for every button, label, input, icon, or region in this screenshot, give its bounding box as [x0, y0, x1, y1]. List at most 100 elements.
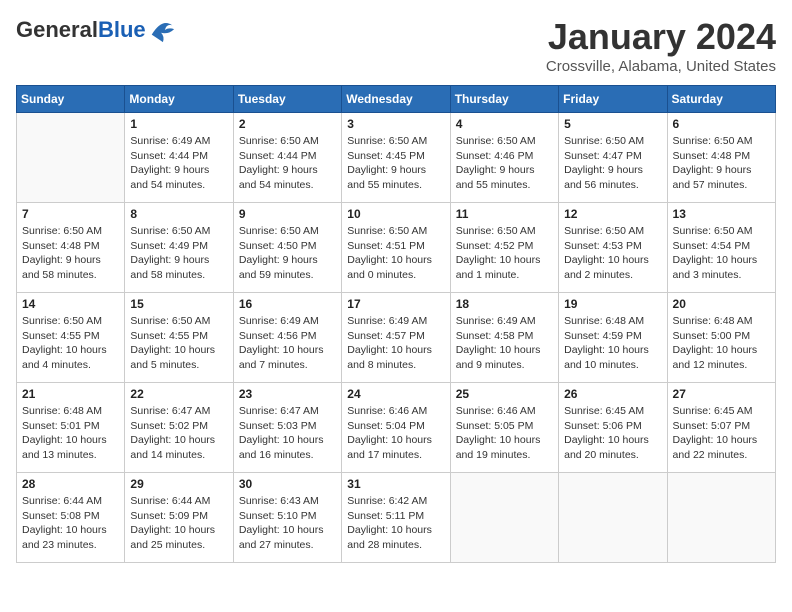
calendar-cell: 12 Sunrise: 6:50 AM Sunset: 4:53 PM Dayli…	[559, 203, 667, 293]
day-number: 26	[564, 387, 661, 401]
calendar-cell: 23 Sunrise: 6:47 AM Sunset: 5:03 PM Dayli…	[233, 383, 341, 473]
calendar-cell	[17, 113, 125, 203]
weekday-header-wednesday: Wednesday	[342, 86, 450, 113]
day-number: 29	[130, 477, 227, 491]
day-info: Sunrise: 6:43 AM Sunset: 5:10 PM Dayligh…	[239, 494, 336, 553]
weekday-header-tuesday: Tuesday	[233, 86, 341, 113]
weekday-header-friday: Friday	[559, 86, 667, 113]
day-info: Sunrise: 6:46 AM Sunset: 5:04 PM Dayligh…	[347, 404, 444, 463]
day-number: 24	[347, 387, 444, 401]
calendar-cell: 25 Sunrise: 6:46 AM Sunset: 5:05 PM Dayli…	[450, 383, 558, 473]
day-info: Sunrise: 6:48 AM Sunset: 5:00 PM Dayligh…	[673, 314, 770, 373]
day-info: Sunrise: 6:49 AM Sunset: 4:56 PM Dayligh…	[239, 314, 336, 373]
day-number: 4	[456, 117, 553, 131]
calendar-week-2: 7 Sunrise: 6:50 AM Sunset: 4:48 PM Daylig…	[17, 203, 776, 293]
day-number: 7	[22, 207, 119, 221]
day-info: Sunrise: 6:48 AM Sunset: 5:01 PM Dayligh…	[22, 404, 119, 463]
day-number: 16	[239, 297, 336, 311]
calendar-cell: 20 Sunrise: 6:48 AM Sunset: 5:00 PM Dayli…	[667, 293, 775, 383]
day-number: 25	[456, 387, 553, 401]
day-number: 22	[130, 387, 227, 401]
month-title: January 2024	[546, 16, 776, 58]
day-number: 17	[347, 297, 444, 311]
calendar-cell: 16 Sunrise: 6:49 AM Sunset: 4:56 PM Dayli…	[233, 293, 341, 383]
day-info: Sunrise: 6:47 AM Sunset: 5:03 PM Dayligh…	[239, 404, 336, 463]
calendar-cell: 13Sunrise: 6:50 AM Sunset: 4:54 PM Dayli…	[667, 203, 775, 293]
calendar-cell: 26 Sunrise: 6:45 AM Sunset: 5:06 PM Dayli…	[559, 383, 667, 473]
calendar-cell: 10 Sunrise: 6:50 AM Sunset: 4:51 PM Dayli…	[342, 203, 450, 293]
day-info: Sunrise: 6:50 AM Sunset: 4:48 PM Dayligh…	[673, 134, 770, 193]
calendar-cell: 17Sunrise: 6:49 AM Sunset: 4:57 PM Dayli…	[342, 293, 450, 383]
day-number: 15	[130, 297, 227, 311]
day-number: 31	[347, 477, 444, 491]
day-info: Sunrise: 6:50 AM Sunset: 4:51 PM Dayligh…	[347, 224, 444, 283]
location-title: Crossville, Alabama, United States	[546, 58, 776, 75]
calendar-cell: 21Sunrise: 6:48 AM Sunset: 5:01 PM Dayli…	[17, 383, 125, 473]
day-info: Sunrise: 6:44 AM Sunset: 5:08 PM Dayligh…	[22, 494, 119, 553]
day-number: 10	[347, 207, 444, 221]
day-info: Sunrise: 6:50 AM Sunset: 4:47 PM Dayligh…	[564, 134, 661, 193]
day-info: Sunrise: 6:50 AM Sunset: 4:53 PM Dayligh…	[564, 224, 661, 283]
calendar-cell: 3 Sunrise: 6:50 AM Sunset: 4:45 PM Daylig…	[342, 113, 450, 203]
day-info: Sunrise: 6:50 AM Sunset: 4:50 PM Dayligh…	[239, 224, 336, 283]
day-number: 14	[22, 297, 119, 311]
logo-general-text: General	[16, 17, 98, 42]
logo-blue-text: Blue	[98, 17, 146, 42]
calendar-cell: 14 Sunrise: 6:50 AM Sunset: 4:55 PM Dayli…	[17, 293, 125, 383]
calendar-cell: 8Sunrise: 6:50 AM Sunset: 4:49 PM Daylig…	[125, 203, 233, 293]
day-info: Sunrise: 6:45 AM Sunset: 5:07 PM Dayligh…	[673, 404, 770, 463]
day-info: Sunrise: 6:46 AM Sunset: 5:05 PM Dayligh…	[456, 404, 553, 463]
calendar-cell: 4 Sunrise: 6:50 AM Sunset: 4:46 PM Daylig…	[450, 113, 558, 203]
day-info: Sunrise: 6:49 AM Sunset: 4:58 PM Dayligh…	[456, 314, 553, 373]
logo-icon	[148, 16, 176, 44]
calendar-cell: 7 Sunrise: 6:50 AM Sunset: 4:48 PM Daylig…	[17, 203, 125, 293]
day-number: 3	[347, 117, 444, 131]
day-number: 20	[673, 297, 770, 311]
day-info: Sunrise: 6:45 AM Sunset: 5:06 PM Dayligh…	[564, 404, 661, 463]
day-info: Sunrise: 6:44 AM Sunset: 5:09 PM Dayligh…	[130, 494, 227, 553]
day-info: Sunrise: 6:49 AM Sunset: 4:44 PM Dayligh…	[130, 134, 227, 193]
day-info: Sunrise: 6:50 AM Sunset: 4:44 PM Dayligh…	[239, 134, 336, 193]
calendar-cell: 11Sunrise: 6:50 AM Sunset: 4:52 PM Dayli…	[450, 203, 558, 293]
day-number: 2	[239, 117, 336, 131]
calendar-cell: 31 Sunrise: 6:42 AM Sunset: 5:11 PM Dayli…	[342, 473, 450, 563]
logo: GeneralBlue	[16, 16, 176, 44]
calendar-cell: 24 Sunrise: 6:46 AM Sunset: 5:04 PM Dayli…	[342, 383, 450, 473]
calendar-cell: 29 Sunrise: 6:44 AM Sunset: 5:09 PM Dayli…	[125, 473, 233, 563]
calendar-cell: 6 Sunrise: 6:50 AM Sunset: 4:48 PM Daylig…	[667, 113, 775, 203]
calendar-cell: 18 Sunrise: 6:49 AM Sunset: 4:58 PM Dayli…	[450, 293, 558, 383]
day-number: 1	[130, 117, 227, 131]
day-info: Sunrise: 6:48 AM Sunset: 4:59 PM Dayligh…	[564, 314, 661, 373]
day-number: 11	[456, 207, 553, 221]
day-number: 18	[456, 297, 553, 311]
day-info: Sunrise: 6:50 AM Sunset: 4:48 PM Dayligh…	[22, 224, 119, 283]
calendar-week-4: 21Sunrise: 6:48 AM Sunset: 5:01 PM Dayli…	[17, 383, 776, 473]
calendar-cell: 19Sunrise: 6:48 AM Sunset: 4:59 PM Dayli…	[559, 293, 667, 383]
calendar-cell	[559, 473, 667, 563]
day-info: Sunrise: 6:50 AM Sunset: 4:46 PM Dayligh…	[456, 134, 553, 193]
calendar-header: SundayMondayTuesdayWednesdayThursdayFrid…	[17, 86, 776, 113]
calendar-cell: 5 Sunrise: 6:50 AM Sunset: 4:47 PM Daylig…	[559, 113, 667, 203]
day-number: 28	[22, 477, 119, 491]
day-number: 23	[239, 387, 336, 401]
day-number: 5	[564, 117, 661, 131]
calendar-cell	[667, 473, 775, 563]
day-info: Sunrise: 6:50 AM Sunset: 4:55 PM Dayligh…	[22, 314, 119, 373]
day-info: Sunrise: 6:50 AM Sunset: 4:45 PM Dayligh…	[347, 134, 444, 193]
day-number: 6	[673, 117, 770, 131]
calendar-week-5: 28 Sunrise: 6:44 AM Sunset: 5:08 PM Dayli…	[17, 473, 776, 563]
weekday-header-sunday: Sunday	[17, 86, 125, 113]
calendar-table: SundayMondayTuesdayWednesdayThursdayFrid…	[16, 85, 776, 563]
day-info: Sunrise: 6:50 AM Sunset: 4:54 PM Dayligh…	[673, 224, 770, 283]
day-number: 8	[130, 207, 227, 221]
calendar-week-1: 1 Sunrise: 6:49 AM Sunset: 4:44 PM Daylig…	[17, 113, 776, 203]
day-info: Sunrise: 6:42 AM Sunset: 5:11 PM Dayligh…	[347, 494, 444, 553]
day-number: 12	[564, 207, 661, 221]
title-area: January 2024 Crossville, Alabama, United…	[546, 16, 776, 75]
calendar-week-3: 14 Sunrise: 6:50 AM Sunset: 4:55 PM Dayli…	[17, 293, 776, 383]
calendar-cell: 28 Sunrise: 6:44 AM Sunset: 5:08 PM Dayli…	[17, 473, 125, 563]
calendar-cell	[450, 473, 558, 563]
day-info: Sunrise: 6:50 AM Sunset: 4:55 PM Dayligh…	[130, 314, 227, 373]
calendar-cell: 2 Sunrise: 6:50 AM Sunset: 4:44 PM Daylig…	[233, 113, 341, 203]
calendar-cell: 22Sunrise: 6:47 AM Sunset: 5:02 PM Dayli…	[125, 383, 233, 473]
